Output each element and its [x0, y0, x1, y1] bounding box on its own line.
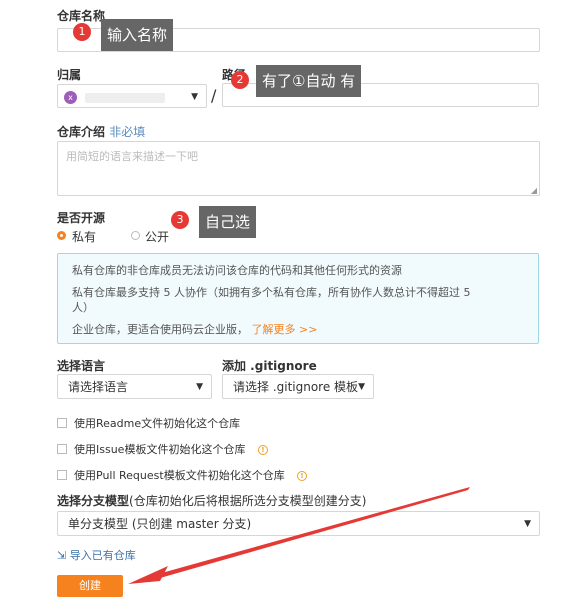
arrow-head-icon: [128, 566, 168, 584]
annotation-arrow: [128, 487, 470, 584]
arrow-shaft-icon: [140, 487, 470, 583]
